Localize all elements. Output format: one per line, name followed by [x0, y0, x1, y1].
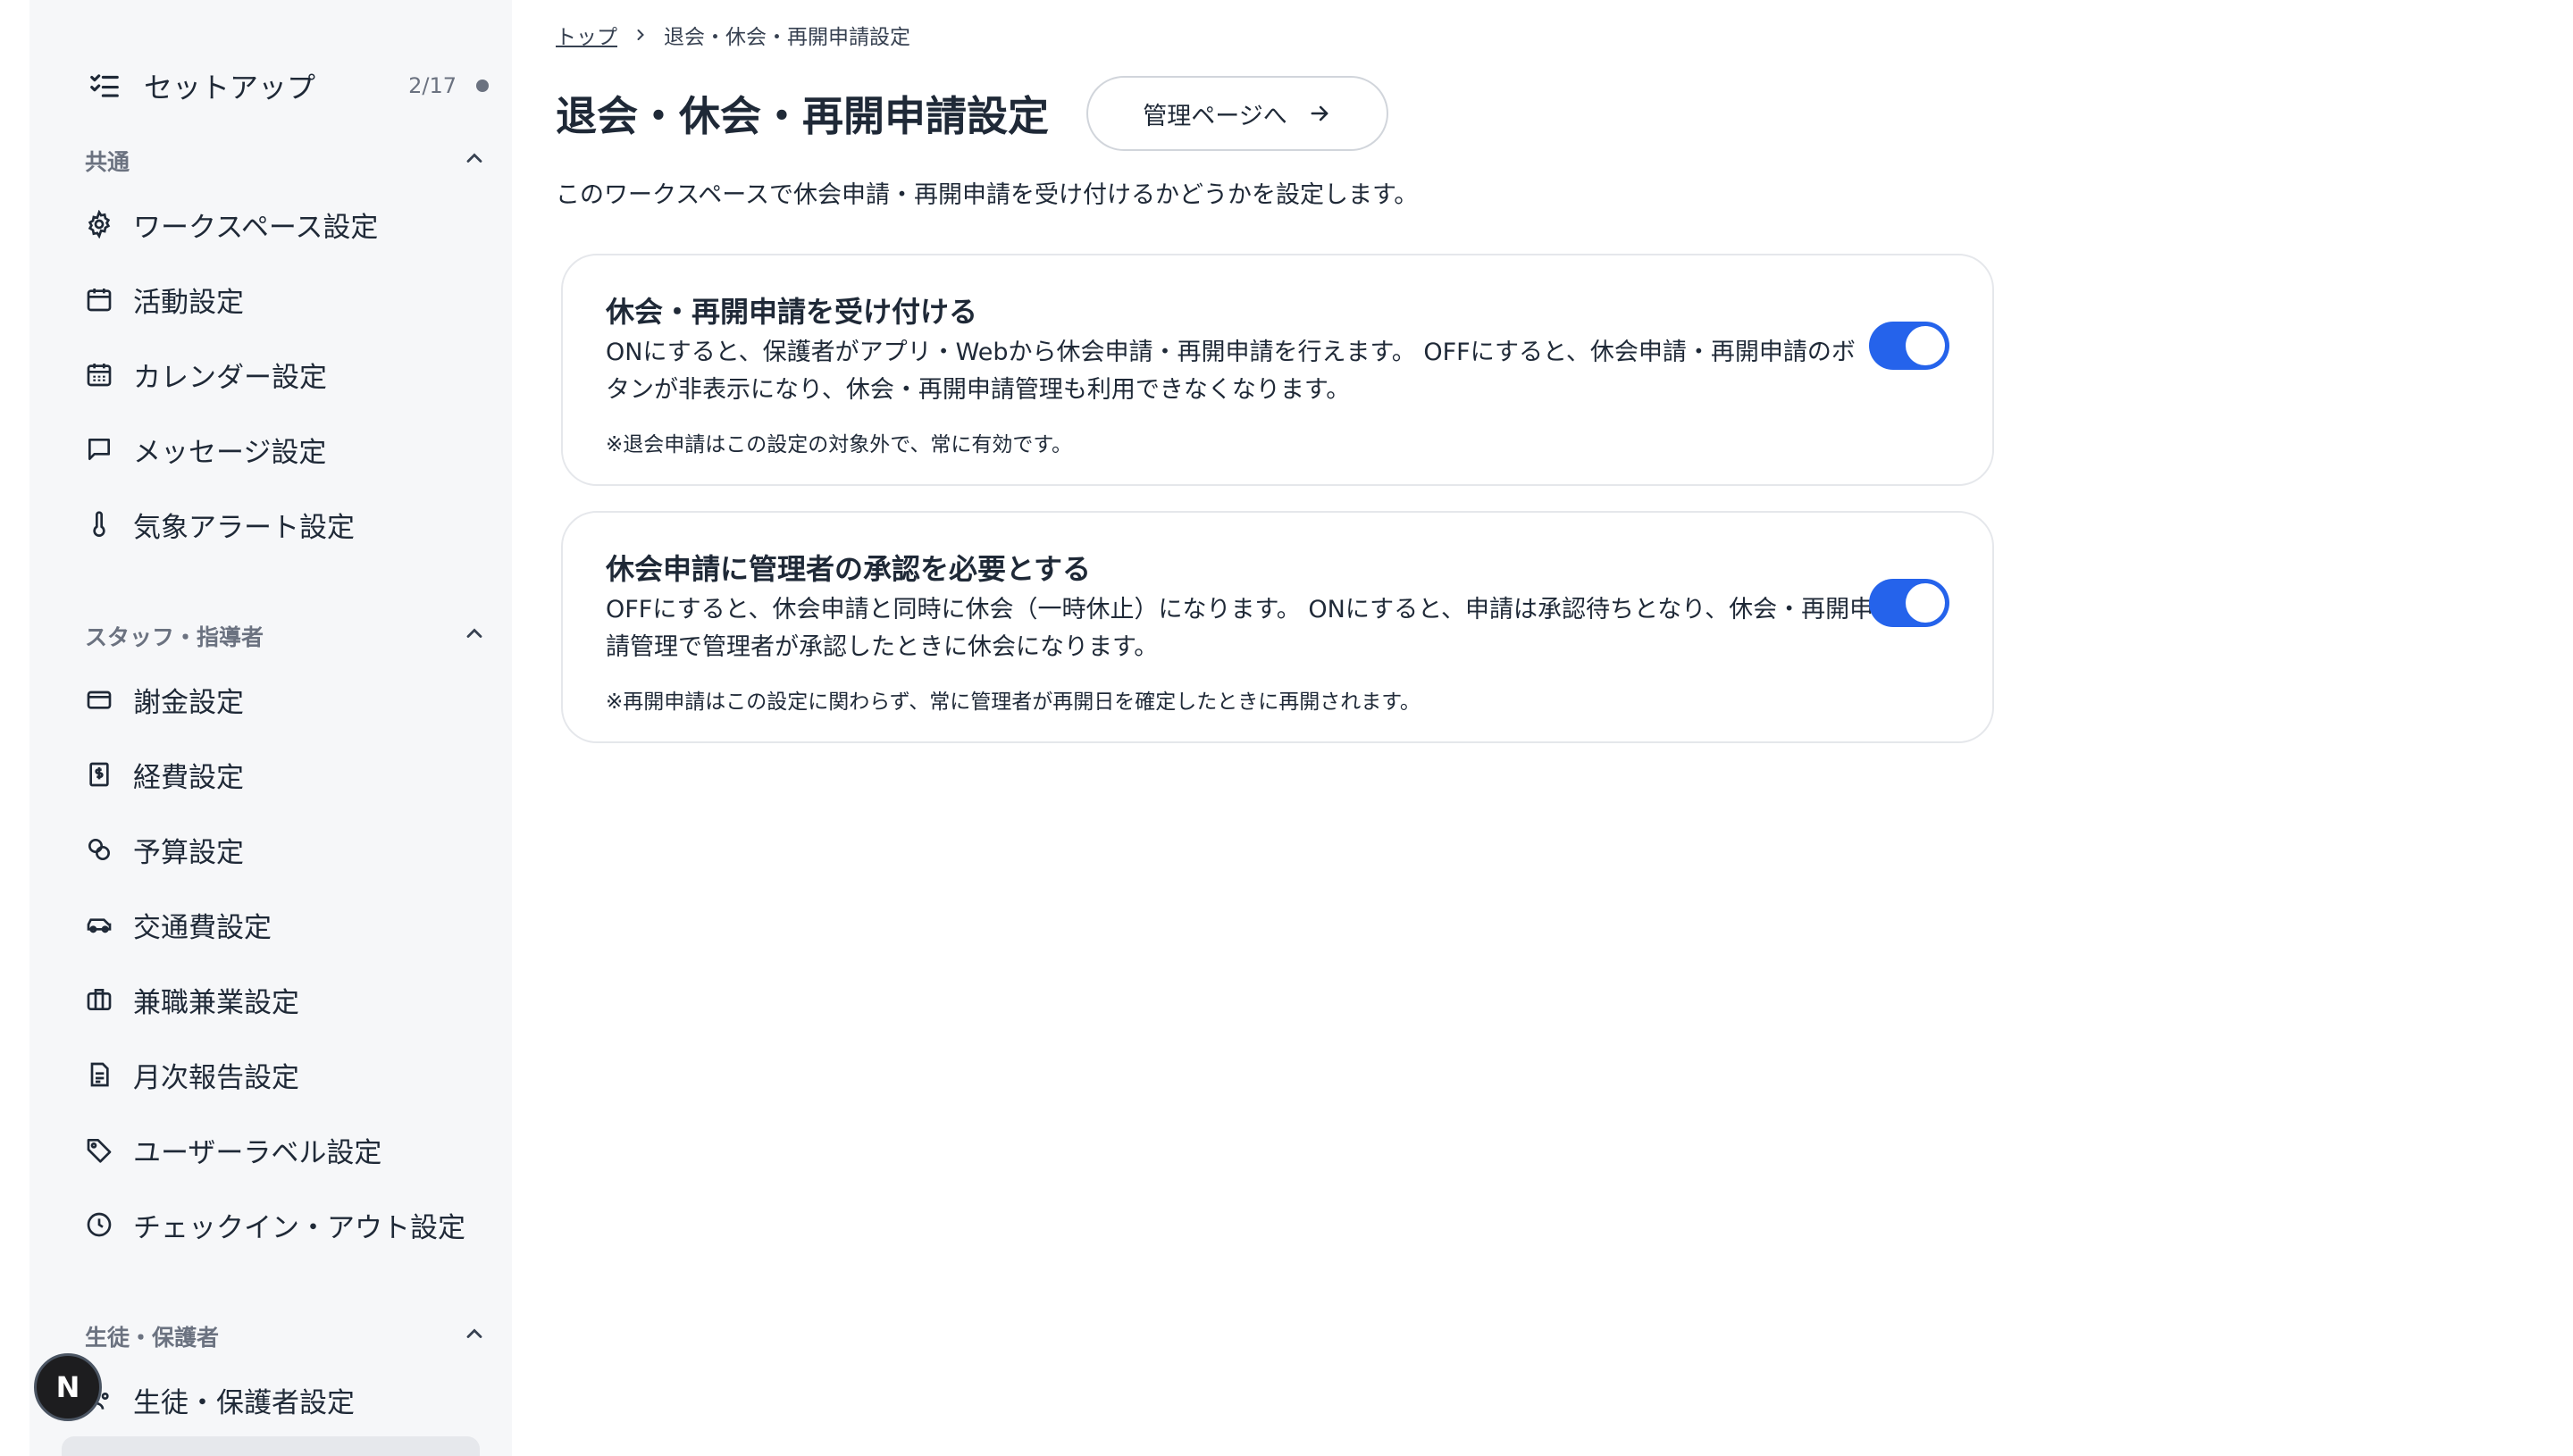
- sidebar-item-label: 生徒・保護者設定: [133, 1386, 355, 1419]
- sidebar-item-label: メッセージ設定: [133, 436, 327, 469]
- car-icon: [81, 907, 117, 942]
- sidebar-item-label: 活動設定: [133, 286, 244, 319]
- gear-icon: [81, 206, 117, 242]
- checklist-icon: [87, 68, 122, 104]
- setup-status-dot: [476, 79, 489, 92]
- calendar-icon: [81, 281, 117, 317]
- page-description: このワークスペースで休会申請・再開申請を受け付けるかどうかを設定します。: [556, 181, 1419, 209]
- sidebar-item-monthly-report-settings[interactable]: 月次報告設定: [81, 1048, 510, 1101]
- sidebar-item-activity-settings[interactable]: 活動設定: [81, 272, 510, 326]
- sidebar-item-label: 兼職兼業設定: [133, 986, 299, 1019]
- toggle-knob: [1906, 583, 1945, 623]
- sidebar-item-transport-settings[interactable]: 交通費設定: [81, 898, 510, 951]
- sidebar-item-label: 予算設定: [133, 836, 244, 869]
- admin-page-button[interactable]: 管理ページへ: [1086, 76, 1388, 151]
- breadcrumb-current: 退会・休会・再開申請設定: [664, 26, 910, 49]
- breadcrumb-home-link[interactable]: トップ: [556, 20, 617, 50]
- sidebar-item-label: ユーザーラベル設定: [133, 1136, 382, 1169]
- sidebar-item-label: 交通費設定: [133, 911, 272, 944]
- setting-note: ※再開申請はこの設定に関わらず、常に管理者が再開日を確定したときに再開されます。: [606, 690, 1421, 714]
- setup-item[interactable]: セットアップ 2/17: [87, 63, 489, 109]
- sidebar-item-label: 謝金設定: [133, 686, 244, 719]
- setting-description: ONにすると、保護者がアプリ・Webから休会申請・再開申請を行えます。 OFFに…: [606, 339, 1856, 404]
- sidebar-item-message-settings[interactable]: メッセージ設定: [81, 423, 510, 476]
- title-row: 退会・休会・再開申請設定 管理ページへ: [556, 75, 1388, 152]
- section-title: スタッフ・指導者: [85, 624, 264, 650]
- sidebar-item-budget-settings[interactable]: 予算設定: [81, 823, 510, 876]
- chevron-up-icon[interactable]: [462, 621, 487, 651]
- sidebar-item-label: 経費設定: [133, 761, 244, 794]
- page-title: 退会・休会・再開申請設定: [556, 92, 1049, 140]
- calendar-grid-icon: [81, 356, 117, 392]
- sidebar-item-label: チェックイン・アウト設定: [133, 1211, 465, 1244]
- section-student-header[interactable]: 生徒・保護者: [85, 1318, 487, 1354]
- sidebar-item-label: ワークスペース設定: [133, 211, 379, 244]
- sidebar-item-user-label-settings[interactable]: ユーザーラベル設定: [81, 1123, 510, 1176]
- thermometer-icon: [81, 506, 117, 542]
- coins-icon: [81, 832, 117, 867]
- chevron-right-icon: [632, 26, 650, 44]
- sidebar-item-checkin-settings[interactable]: チェックイン・アウト設定: [81, 1198, 510, 1251]
- toggle-knob: [1906, 326, 1945, 365]
- card-icon: [81, 682, 117, 717]
- sidebar-item-label: 気象アラート設定: [133, 511, 355, 544]
- sidebar-item-student-guardian-settings[interactable]: 生徒・保護者設定: [81, 1373, 510, 1427]
- sidebar-item-expense-settings[interactable]: 経費設定: [81, 748, 510, 801]
- main-content: トップ 退会・休会・再開申請設定 退会・休会・再開申請設定 管理ページへ このワ…: [554, 0, 2573, 1456]
- arrow-right-icon: [1307, 101, 1332, 126]
- breadcrumb: トップ 退会・休会・再開申請設定: [556, 20, 910, 50]
- dev-tools-badge[interactable]: N: [34, 1353, 102, 1421]
- setup-progress: 2/17: [408, 73, 457, 98]
- accept-requests-toggle[interactable]: [1869, 322, 1949, 370]
- section-title: 生徒・保護者: [85, 1325, 220, 1351]
- message-icon: [81, 431, 117, 467]
- document-icon: [81, 1057, 117, 1092]
- require-approval-toggle[interactable]: [1869, 579, 1949, 627]
- sidebar-item-workspace-settings[interactable]: ワークスペース設定: [81, 197, 510, 251]
- receipt-icon: [81, 757, 117, 792]
- setting-description: OFFにすると、休会申請と同時に休会（一時休止）になります。 ONにすると、申請…: [606, 596, 1874, 661]
- chevron-up-icon[interactable]: [462, 146, 487, 176]
- section-common-header[interactable]: 共通: [85, 143, 487, 179]
- admin-page-button-label: 管理ページへ: [1143, 102, 1287, 130]
- setting-title: 休会申請に管理者の承認を必要とする: [606, 552, 1092, 586]
- briefcase-icon: [81, 982, 117, 1017]
- sidebar-item-selected[interactable]: [62, 1436, 480, 1456]
- setting-card-accept-requests: 休会・再開申請を受け付ける ONにすると、保護者がアプリ・Webから休会申請・再…: [561, 254, 1994, 486]
- section-staff-header[interactable]: スタッフ・指導者: [85, 618, 487, 654]
- tag-icon: [81, 1132, 117, 1167]
- sidebar-item-side-job-settings[interactable]: 兼職兼業設定: [81, 973, 510, 1026]
- setting-title: 休会・再開申請を受け付ける: [606, 295, 978, 329]
- chevron-up-icon[interactable]: [462, 1321, 487, 1351]
- sidebar-item-label: カレンダー設定: [133, 361, 327, 394]
- setting-card-require-approval: 休会申請に管理者の承認を必要とする OFFにすると、休会申請と同時に休会（一時休…: [561, 511, 1994, 743]
- clock-icon: [81, 1207, 117, 1243]
- setup-label: セットアップ: [144, 71, 316, 105]
- sidebar-item-weather-alert-settings[interactable]: 気象アラート設定: [81, 498, 510, 551]
- setting-note: ※退会申請はこの設定の対象外で、常に有効です。: [606, 433, 1073, 456]
- sidebar-item-honorarium-settings[interactable]: 謝金設定: [81, 673, 510, 726]
- sidebar-item-calendar-settings[interactable]: カレンダー設定: [81, 347, 510, 401]
- sidebar-item-label: 月次報告設定: [133, 1061, 299, 1094]
- sidebar: セットアップ 2/17 共通 ワークスペース設定 活動設定 カレンダー設定 メッ…: [29, 0, 512, 1456]
- section-title: 共通: [85, 149, 130, 175]
